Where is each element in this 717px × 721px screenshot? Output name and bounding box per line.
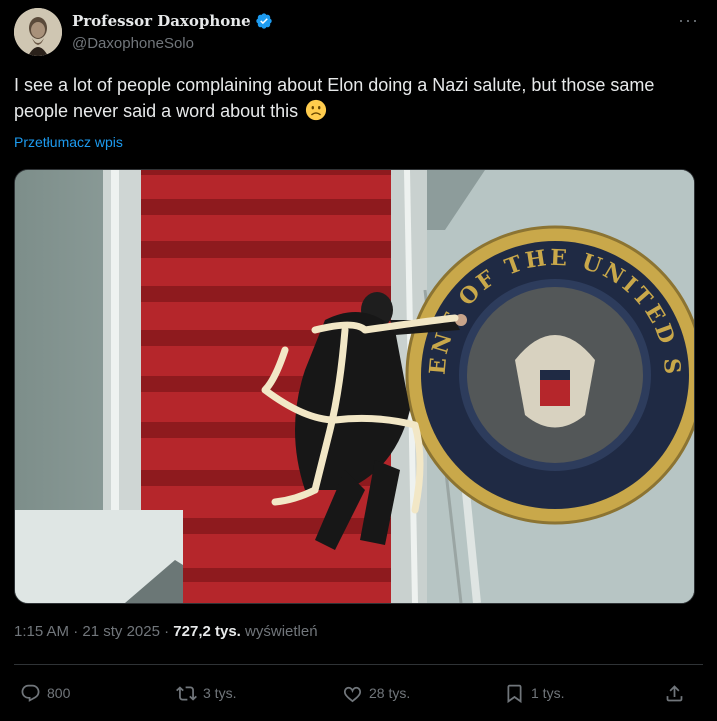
like-button[interactable]: 28 tys. (342, 676, 410, 710)
reply-button[interactable]: 800 (20, 676, 70, 710)
avatar[interactable] (14, 8, 62, 56)
tweet-date[interactable]: 21 sty 2025 (82, 623, 160, 640)
action-bar: 800 3 tys. 28 tys. 1 tys. (14, 676, 703, 710)
meta-separator: · (73, 623, 79, 640)
bookmark-count: 1 tys. (531, 685, 565, 701)
bookmark-icon (507, 684, 522, 703)
repost-button[interactable]: 3 tys. (176, 676, 236, 710)
view-count-label: wyświetleń (245, 623, 318, 640)
reply-count: 800 (47, 685, 71, 701)
reply-icon (21, 684, 40, 702)
like-count: 28 tys. (369, 685, 411, 701)
tweet-text: I see a lot of people complaining about … (14, 72, 694, 124)
repost-icon (176, 685, 197, 701)
more-options-icon[interactable]: ··· (678, 10, 699, 31)
share-button[interactable] (664, 676, 685, 710)
tweet-body: I see a lot of people complaining about … (14, 75, 655, 121)
bookmark-button[interactable]: 1 tys. (504, 676, 564, 710)
handle[interactable]: @DaxophoneSolo (72, 35, 194, 52)
view-count: 727,2 tys. (173, 623, 241, 640)
tweet-media-image[interactable]: ENT OF THE UNITED STATES (14, 169, 695, 604)
divider (14, 664, 703, 665)
repost-count: 3 tys. (203, 685, 237, 701)
translate-link[interactable]: Przetłumacz wpis (14, 134, 123, 150)
tweet-meta: 1:15 AM · 21 sty 2025 · 727,2 tys. wyświ… (14, 623, 318, 640)
heart-icon (343, 686, 362, 702)
meta-separator: · (164, 623, 170, 640)
tweet-header: Professor Daxophone @DaxophoneSolo ··· (14, 8, 703, 60)
tweet-time[interactable]: 1:15 AM (14, 623, 69, 640)
share-icon (666, 684, 683, 701)
verified-badge-icon (256, 13, 272, 29)
display-name[interactable]: Professor Daxophone (72, 12, 251, 30)
slightly-frowning-face-icon (306, 99, 327, 121)
